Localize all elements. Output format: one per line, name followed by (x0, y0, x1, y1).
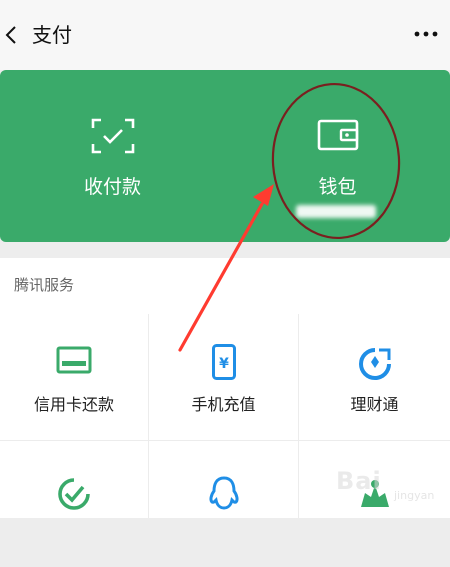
service-credit-card-repay[interactable]: 信用卡还款 (0, 314, 148, 440)
chevron-left-icon (5, 26, 16, 44)
svg-text:¥: ¥ (219, 356, 229, 372)
watermark-sub-text: jingyan (394, 489, 435, 502)
qq-penguin-icon (208, 476, 239, 510)
service-label: 理财通 (350, 395, 399, 414)
receive-pay-label: 收付款 (83, 176, 141, 198)
service-item[interactable] (149, 441, 298, 567)
redacted-balance (296, 205, 376, 218)
service-label: 信用卡还款 (33, 395, 114, 414)
section-title: 腾讯服务 (14, 276, 75, 294)
wallet-label: 钱包 (318, 176, 357, 198)
more-button[interactable] (400, 22, 450, 48)
service-wealth[interactable]: 理财通 (299, 314, 450, 440)
wallet-button[interactable]: 钱包 (225, 70, 450, 242)
service-label: 手机充值 (191, 395, 256, 414)
scan-check-icon (91, 118, 134, 154)
receive-pay-button[interactable]: 收付款 (0, 70, 225, 242)
top-bar: 支付 (0, 0, 450, 70)
credit-card-icon (56, 346, 92, 374)
more-horizontal-icon (414, 31, 438, 37)
wallet-icon (317, 119, 358, 151)
wealth-icon (358, 348, 391, 380)
page-title: 支付 (32, 23, 72, 47)
watermark-text: Bai (336, 467, 382, 495)
payment-card: 收付款 钱包 (0, 70, 450, 242)
tencent-services-header: 腾讯服务 (0, 258, 450, 314)
mobile-yen-icon: ¥ (211, 344, 236, 380)
check-circle-icon (58, 478, 90, 510)
service-item[interactable] (0, 441, 148, 567)
back-button[interactable] (0, 18, 30, 52)
baidu-watermark: Bai jingyan (336, 462, 446, 512)
service-phone-topup[interactable]: ¥ 手机充值 (149, 314, 298, 440)
